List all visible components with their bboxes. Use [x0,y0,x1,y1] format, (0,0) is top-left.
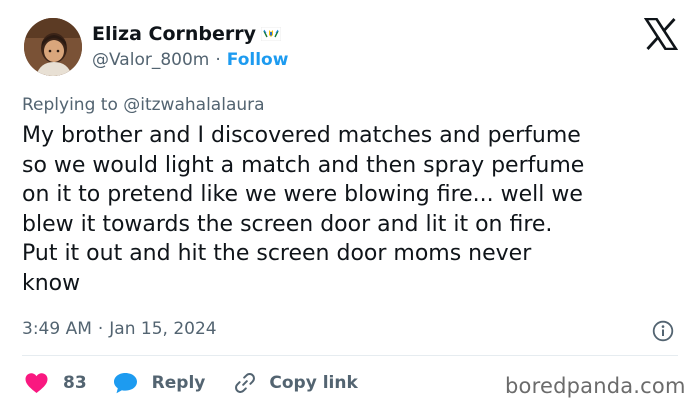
copy-link-button[interactable]: Copy link [233,371,358,395]
author-name[interactable]: Eliza Cornberry [92,23,256,45]
tweet-timestamp[interactable]: 3:49 AM · Jan 15, 2024 [22,319,217,339]
copy-link-label: Copy link [269,373,358,393]
tweet-text: My brother and I discovered matches and … [22,123,585,296]
author-name-row[interactable]: Eliza Cornberry [92,23,282,45]
tweet-actions: 83 Reply Copy link [24,370,358,396]
like-button[interactable]: 83 [24,372,87,394]
chat-bubble-icon [113,373,137,394]
timestamp-separator: · [97,319,104,339]
handle-separator: · [215,50,221,70]
author-handle-row: @Valor_800m · Follow [92,50,288,70]
avatar-image [24,18,82,76]
replying-mention[interactable]: @itzwahalalaura [123,95,264,115]
tweet-date: Jan 15, 2024 [109,319,217,339]
link-icon [235,373,256,393]
reply-button[interactable]: Reply [113,372,206,394]
actions-divider [22,355,678,356]
author-handle[interactable]: @Valor_800m [92,50,209,70]
replying-prefix: Replying to [22,95,118,115]
reply-label: Reply [151,373,206,393]
info-icon[interactable] [652,320,674,342]
follow-button[interactable]: Follow [227,50,289,70]
heart-icon [25,373,48,393]
x-logo-icon[interactable] [644,18,678,50]
avatar[interactable] [24,18,82,76]
tweet-time: 3:49 AM [22,319,92,339]
replying-to: Replying to @itzwahalalaura [22,95,265,115]
watermark: boredpanda.com [505,374,686,398]
like-count: 83 [63,373,87,393]
virgin-islands-flag-icon [261,27,282,41]
